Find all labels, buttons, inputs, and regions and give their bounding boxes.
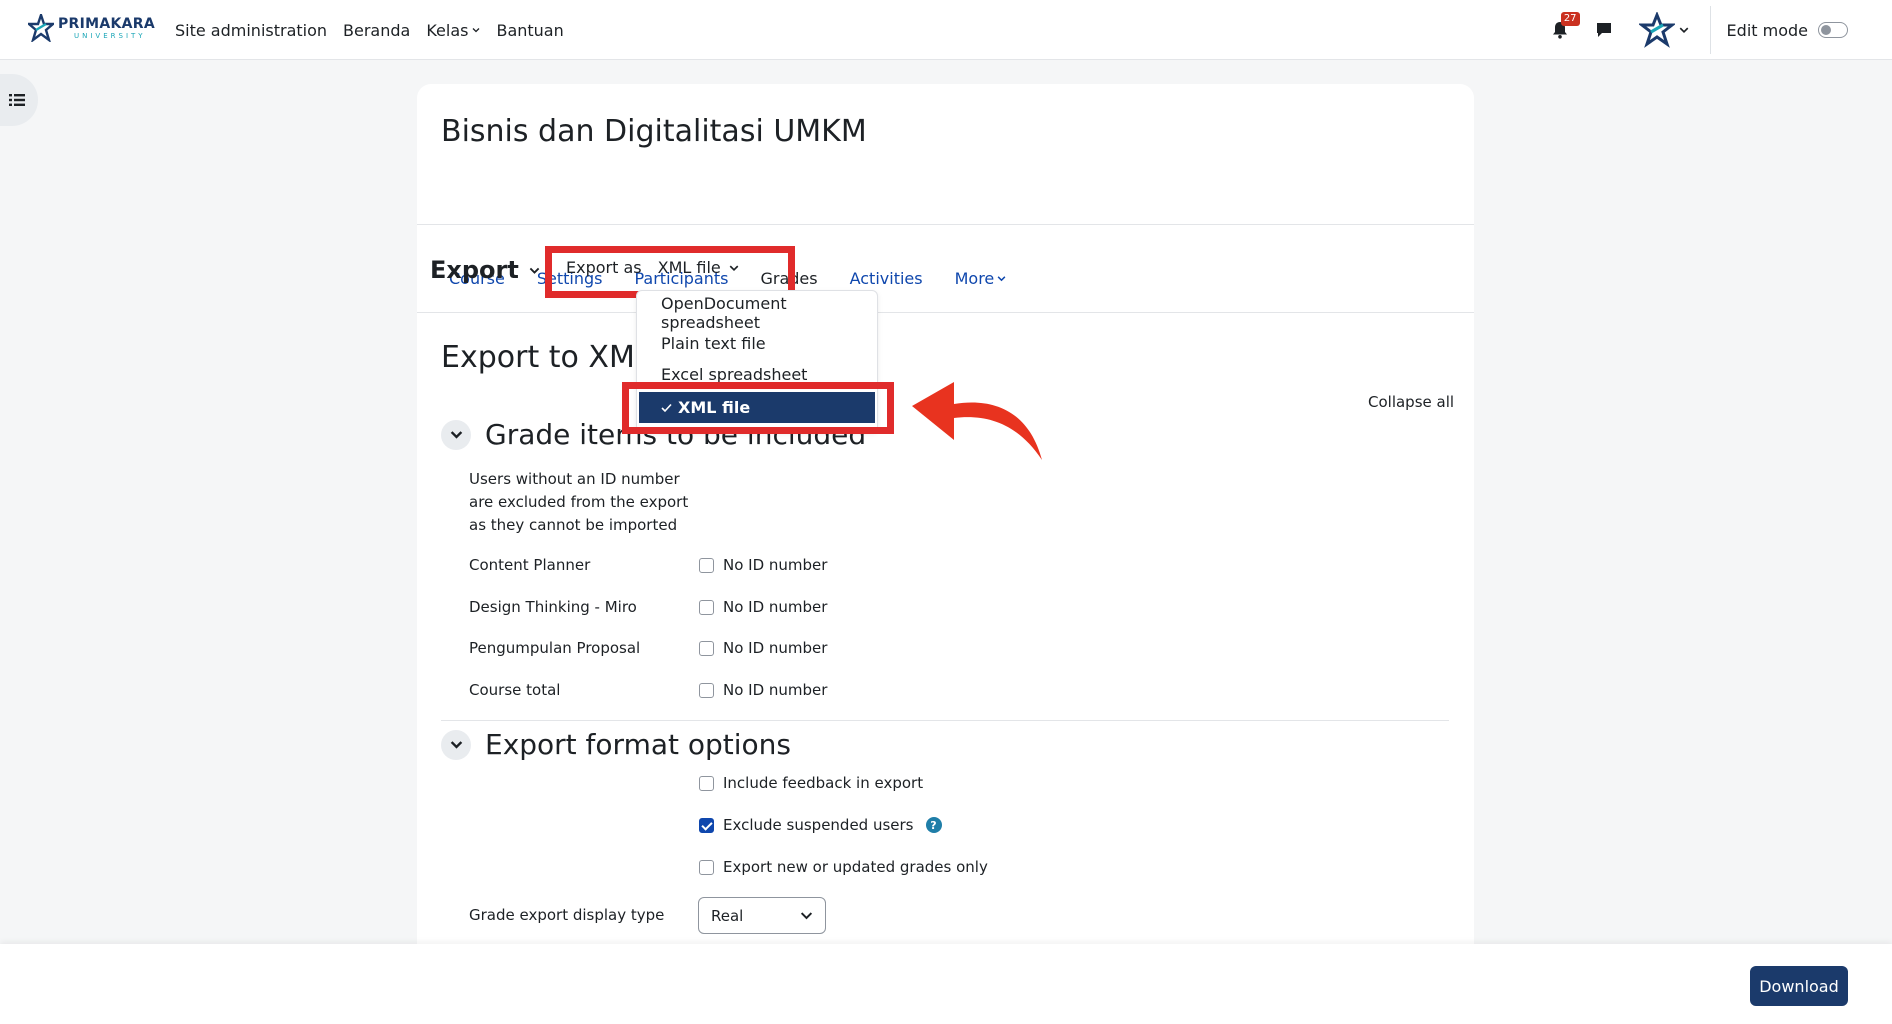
logo-name: PRIMAKARA xyxy=(58,15,156,32)
page-title: Export to XML xyxy=(441,340,652,375)
nav-beranda[interactable]: Beranda xyxy=(343,21,410,40)
sticky-footer: Download xyxy=(0,944,1892,1024)
grade-item-id: No ID number xyxy=(723,556,828,574)
format-option-row: Export new or updated grades only xyxy=(699,855,988,879)
course-index-drawer-button[interactable] xyxy=(0,74,38,126)
grade-item-id: No ID number xyxy=(723,639,828,657)
course-title: Bisnis dan Digitalitasi UMKM xyxy=(441,114,867,149)
display-type-value: Real xyxy=(711,906,744,925)
edit-mode-toggle[interactable] xyxy=(1818,22,1848,38)
list-icon xyxy=(9,94,25,106)
messages-button[interactable] xyxy=(1592,18,1616,42)
grade-row: Course total No ID number xyxy=(469,678,1069,702)
chevron-down-icon xyxy=(450,741,462,749)
export-new-grades-checkbox[interactable] xyxy=(699,859,714,875)
grade-item-checkbox[interactable] xyxy=(699,682,714,698)
grade-item-checkbox[interactable] xyxy=(699,557,714,573)
annotation-arrow xyxy=(912,382,1042,460)
grade-item-label: Course total xyxy=(469,681,561,699)
tab-more-label: More xyxy=(954,268,995,288)
grade-item-label: Design Thinking - Miro xyxy=(469,598,637,616)
collapse-all-link[interactable]: Collapse all xyxy=(1368,393,1454,411)
chevron-down-icon xyxy=(450,431,462,439)
edit-mode-control: Edit mode xyxy=(1711,21,1892,40)
grade-row: Content Planner No ID number xyxy=(469,553,1069,577)
xml-option-highlight xyxy=(622,382,894,434)
logo-sub: UNIVERSITY xyxy=(74,31,146,40)
dropdown-item-plain-text[interactable]: Plain text file xyxy=(637,328,877,359)
chevron-down-icon xyxy=(997,275,1006,281)
primakara-star-icon xyxy=(28,14,54,42)
display-type-label: Grade export display type xyxy=(469,906,665,924)
grade-items-collapse-button[interactable] xyxy=(441,419,471,450)
chevron-down-icon xyxy=(1679,27,1688,34)
nav-right: 27 Edit mode xyxy=(1548,0,1892,60)
action-bar-divider xyxy=(417,312,1474,313)
section-divider xyxy=(441,720,1449,721)
user-menu-button[interactable] xyxy=(1638,12,1690,48)
tab-more[interactable]: More xyxy=(939,249,1023,307)
grade-items-note: Users without an ID number are excluded … xyxy=(469,470,689,534)
edit-mode-label: Edit mode xyxy=(1726,20,1808,40)
exclude-suspended-checkbox[interactable] xyxy=(699,817,714,833)
nav-kelas-label: Kelas xyxy=(426,20,469,40)
chevron-down-icon xyxy=(529,267,540,274)
export-heading-label: Export xyxy=(430,256,519,284)
avatar xyxy=(1638,12,1675,48)
dropdown-item-opendocument[interactable]: OpenDocument spreadsheet xyxy=(637,294,877,332)
notifications-button[interactable]: 27 xyxy=(1548,12,1580,42)
help-icon[interactable]: ? xyxy=(925,817,942,833)
display-type-select[interactable]: Real xyxy=(698,897,826,934)
format-options-section-header: Export format options xyxy=(441,728,791,761)
format-options-heading: Export format options xyxy=(485,728,792,761)
format-option-label: Include feedback in export xyxy=(723,774,924,792)
grade-item-checkbox[interactable] xyxy=(699,640,714,656)
tabs-divider xyxy=(417,224,1474,225)
logo[interactable]: PRIMAKARA UNIVERSITY xyxy=(28,14,155,42)
format-option-label: Export new or updated grades only xyxy=(723,858,988,876)
notification-badge: 27 xyxy=(1560,12,1580,26)
chevron-down-icon xyxy=(473,28,480,33)
nav-site-administration[interactable]: Site administration xyxy=(175,21,327,40)
include-feedback-checkbox[interactable] xyxy=(699,775,714,791)
nav-bantuan[interactable]: Bantuan xyxy=(496,21,563,40)
chevron-down-icon xyxy=(800,912,813,920)
format-option-label: Exclude suspended users xyxy=(723,816,914,834)
top-navbar: PRIMAKARA UNIVERSITY Site administration… xyxy=(0,0,1892,60)
export-heading[interactable]: Export xyxy=(430,256,540,284)
download-button[interactable]: Download xyxy=(1750,966,1848,1006)
grade-item-label: Content Planner xyxy=(469,556,591,574)
grade-item-checkbox[interactable] xyxy=(699,599,714,615)
format-option-row: Include feedback in export xyxy=(699,771,923,795)
grade-item-id: No ID number xyxy=(723,598,828,616)
primary-nav: Site administration Beranda Kelas Bantua… xyxy=(175,0,564,60)
format-options-collapse-button[interactable] xyxy=(441,729,471,760)
nav-kelas[interactable]: Kelas xyxy=(426,21,480,40)
grade-item-id: No ID number xyxy=(723,681,828,699)
grade-row: Pengumpulan Proposal No ID number xyxy=(469,636,1069,660)
grade-item-label: Pengumpulan Proposal xyxy=(469,639,641,657)
format-option-row: Exclude suspended users ? xyxy=(699,813,942,837)
chat-bubble-icon xyxy=(1596,23,1611,37)
grade-row: Design Thinking - Miro No ID number xyxy=(469,595,1069,619)
